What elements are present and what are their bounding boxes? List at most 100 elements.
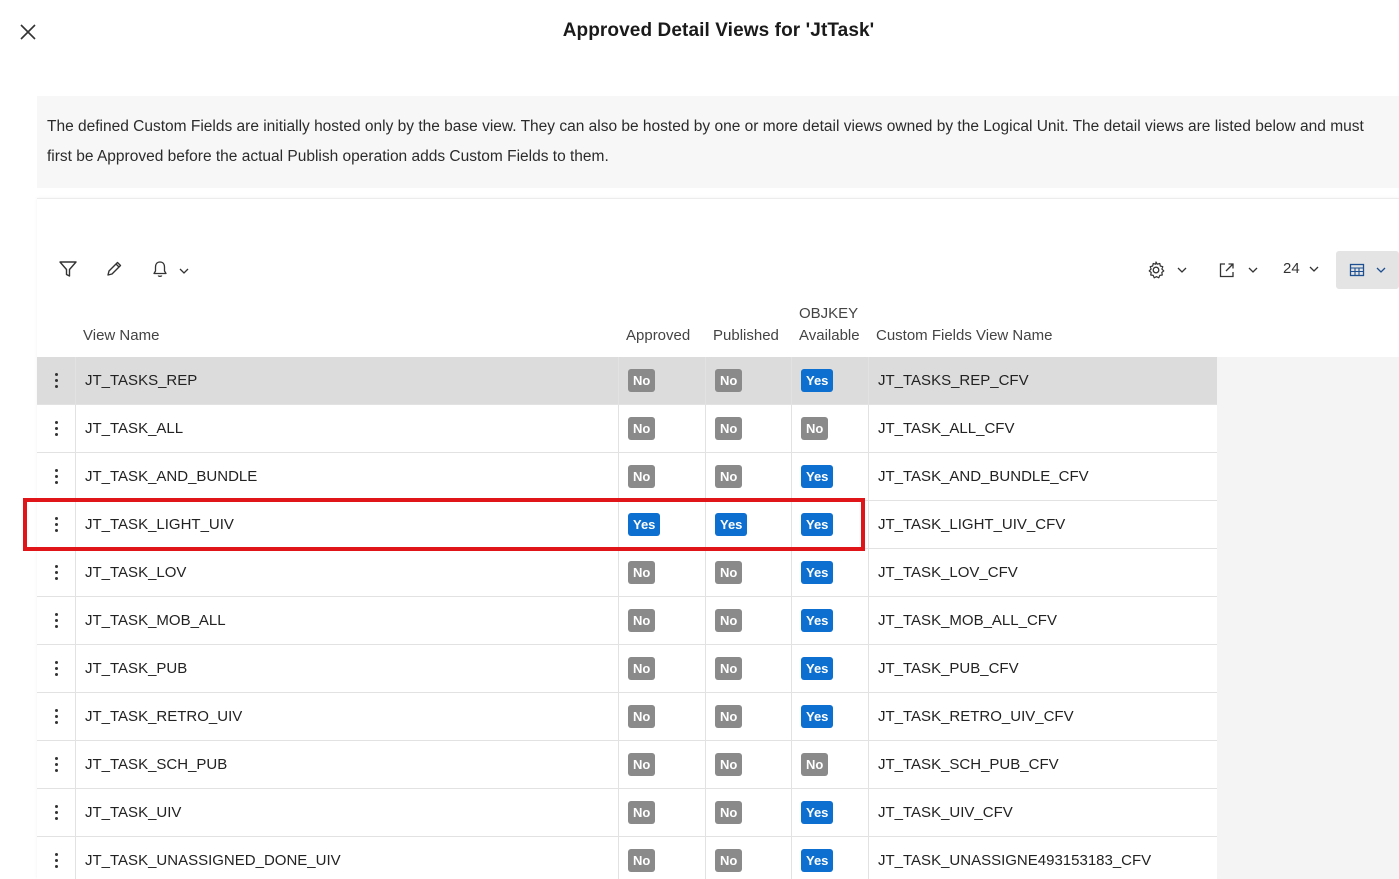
column-divider [868, 453, 869, 500]
status-badge: No [801, 753, 829, 776]
column-header-approved[interactable]: Approved [626, 325, 690, 347]
table-body: JT_TASKS_REP No No Yes JT_TASKS_REP_CFV JT_TA… [37, 357, 1217, 879]
objkey-cell: Yes [801, 837, 868, 879]
view-name-cell: JT_TASK_PUB [85, 645, 618, 692]
published-cell: No [715, 357, 791, 404]
table-row[interactable]: JT_TASK_SCH_PUB No No No JT_TASK_SCH_PUB_CFV [37, 741, 1217, 789]
column-header-objkey-available[interactable]: OBJKEY Available [799, 303, 860, 347]
cf-view-name-cell: JT_TASK_ALL_CFV [878, 405, 1217, 452]
settings-button[interactable] [1146, 260, 1188, 280]
status-badge: No [628, 417, 656, 440]
more-vertical-icon [54, 757, 58, 772]
cf-view-name-cell-text: JT_TASK_LOV_CFV [878, 564, 1018, 581]
approved-cell: No [628, 357, 705, 404]
column-divider [705, 741, 706, 788]
row-menu-button[interactable] [37, 405, 75, 452]
table-row[interactable]: JT_TASK_AND_BUNDLE No No Yes JT_TASK_AND_BUN… [37, 453, 1217, 501]
view-name-cell-text: JT_TASK_ALL [85, 420, 184, 437]
column-divider [705, 405, 706, 452]
status-badge: Yes [801, 561, 834, 584]
column-header-objkey-line2: Available [799, 327, 860, 344]
cf-view-name-cell-text: JT_TASK_UIV_CFV [878, 804, 1013, 821]
column-divider [75, 597, 76, 644]
column-divider [791, 837, 792, 879]
objkey-cell: Yes [801, 357, 868, 404]
column-header-cf-view-name[interactable]: Custom Fields View Name [876, 325, 1052, 347]
cf-view-name-cell-text: JT_TASK_MOB_ALL_CFV [878, 612, 1057, 629]
view-name-cell-text: JT_TASK_PUB [85, 660, 188, 677]
column-divider [791, 357, 792, 404]
status-badge: Yes [628, 513, 661, 536]
column-divider [868, 405, 869, 452]
bell-icon [153, 261, 167, 277]
row-menu-button[interactable] [37, 789, 75, 836]
approved-cell: Yes [628, 501, 705, 548]
table-row[interactable]: JT_TASK_LIGHT_UIV Yes Yes Yes JT_TASK_LIGHT_… [37, 501, 1217, 549]
view-name-cell-text: JT_TASK_MOB_ALL [85, 612, 226, 629]
table-row[interactable]: JT_TASK_ALL No No No JT_TASK_ALL_CFV [37, 405, 1217, 453]
objkey-cell: No [801, 405, 868, 452]
status-badge: No [628, 753, 656, 776]
table-view-icon [1349, 263, 1364, 277]
column-divider [75, 405, 76, 452]
column-divider [868, 549, 869, 596]
table-view-toggle[interactable] [1336, 251, 1399, 289]
cf-view-name-cell: JT_TASK_RETRO_UIV_CFV [878, 693, 1217, 740]
chevron-down-icon [1248, 267, 1258, 273]
cf-view-name-cell: JT_TASK_MOB_ALL_CFV [878, 597, 1217, 644]
table-row[interactable]: JT_TASK_RETRO_UIV No No Yes JT_TASK_RETRO_UI… [37, 693, 1217, 741]
filter-button[interactable] [58, 259, 78, 279]
edit-button[interactable] [104, 259, 124, 279]
column-divider [618, 453, 619, 500]
cf-view-name-cell: JT_TASK_LOV_CFV [878, 549, 1217, 596]
column-divider [791, 597, 792, 644]
table-row[interactable]: JT_TASKS_REP No No Yes JT_TASKS_REP_CFV [37, 357, 1217, 405]
export-button[interactable] [1217, 260, 1259, 280]
page-size-selector[interactable]: 24 [1283, 260, 1320, 277]
view-name-cell-text: JT_TASK_AND_BUNDLE [85, 468, 258, 485]
status-badge: No [628, 801, 656, 824]
approved-cell: No [628, 597, 705, 644]
info-text: The defined Custom Fields are initially … [47, 118, 1364, 165]
row-menu-button[interactable] [37, 357, 75, 404]
column-divider [618, 549, 619, 596]
column-divider [868, 837, 869, 879]
row-menu-button[interactable] [37, 597, 75, 644]
status-badge: No [628, 705, 656, 728]
column-divider [791, 405, 792, 452]
approved-cell: No [628, 789, 705, 836]
published-cell: No [715, 789, 791, 836]
notifications-button[interactable] [150, 259, 190, 279]
row-menu-button[interactable] [37, 501, 75, 548]
table-row[interactable]: JT_TASK_MOB_ALL No No Yes JT_TASK_MOB_ALL_CF… [37, 597, 1217, 645]
row-menu-button[interactable] [37, 645, 75, 692]
view-name-cell: JT_TASK_MOB_ALL [85, 597, 618, 644]
column-header-published[interactable]: Published [713, 325, 779, 347]
objkey-cell: Yes [801, 501, 868, 548]
row-menu-button[interactable] [37, 549, 75, 596]
status-badge: Yes [801, 801, 834, 824]
settings-icon [1148, 261, 1165, 279]
objkey-cell: Yes [801, 597, 868, 644]
row-menu-button[interactable] [37, 741, 75, 788]
row-menu-button[interactable] [37, 837, 75, 879]
table-row[interactable]: JT_TASK_UIV No No Yes JT_TASK_UIV_CFV [37, 789, 1217, 837]
view-name-cell: JT_TASK_LOV [85, 549, 618, 596]
column-divider [618, 693, 619, 740]
column-divider [618, 501, 619, 548]
table-empty-area [1217, 357, 1399, 879]
row-menu-button[interactable] [37, 453, 75, 500]
cf-view-name-cell: JT_TASK_SCH_PUB_CFV [878, 741, 1217, 788]
column-divider [705, 453, 706, 500]
status-badge: Yes [715, 513, 748, 536]
column-divider [618, 405, 619, 452]
column-header-view-name[interactable]: View Name [83, 325, 159, 347]
cf-view-name-cell: JT_TASK_UNASSIGNE493153183_CFV [878, 837, 1217, 879]
column-header-objkey-line1: OBJKEY [799, 305, 859, 322]
cf-view-name-cell: JT_TASK_LIGHT_UIV_CFV [878, 501, 1217, 548]
edit-icon [107, 261, 122, 276]
table-row[interactable]: JT_TASK_LOV No No Yes JT_TASK_LOV_CFV [37, 549, 1217, 597]
row-menu-button[interactable] [37, 693, 75, 740]
table-row[interactable]: JT_TASK_UNASSIGNED_DONE_UIV No No Yes JT_TAS… [37, 837, 1217, 879]
table-row[interactable]: JT_TASK_PUB No No Yes JT_TASK_PUB_CFV [37, 645, 1217, 693]
